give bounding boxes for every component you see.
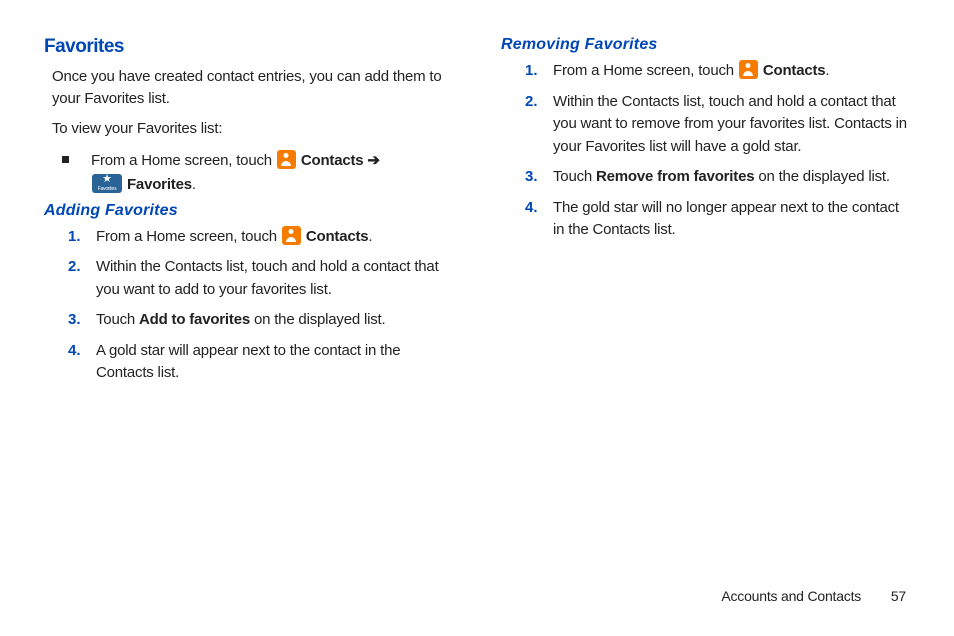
step-suffix: on the displayed list. <box>754 168 889 185</box>
right-column: Removing Favorites 1. From a Home screen… <box>501 36 910 393</box>
bullet-period: . <box>192 176 196 193</box>
adding-steps-list: 1. From a Home screen, touch Contacts. 2… <box>68 226 453 385</box>
left-column: Favorites Once you have created contact … <box>44 36 453 393</box>
step-text: The gold star will no longer appear next… <box>553 197 910 242</box>
list-item: 4. A gold star will appear next to the c… <box>68 340 453 385</box>
step-text: Within the Contacts list, touch and hold… <box>553 91 910 159</box>
step-prefix: From a Home screen, touch <box>553 62 738 79</box>
step-bold: Add to favorites <box>139 311 250 328</box>
page-number: 57 <box>891 588 906 604</box>
step-bold: Contacts <box>763 62 826 79</box>
intro-text-1: Once you have created contact entries, y… <box>52 66 453 110</box>
contacts-app-icon <box>282 226 301 245</box>
step-number: 3. <box>525 166 553 189</box>
step-number: 2. <box>525 91 553 159</box>
step-text: A gold star will appear next to the cont… <box>96 340 453 385</box>
bullet-prefix: From a Home screen, touch <box>91 152 276 169</box>
bullet-text: From a Home screen, touch Contacts ➔ Fav… <box>91 149 380 196</box>
step-number: 1. <box>525 60 553 83</box>
step-number: 4. <box>68 340 96 385</box>
view-favorites-bullet: From a Home screen, touch Contacts ➔ Fav… <box>62 149 453 196</box>
subheading-removing: Removing Favorites <box>501 36 910 54</box>
list-item: 2. Within the Contacts list, touch and h… <box>525 91 910 159</box>
step-number: 3. <box>68 309 96 332</box>
contacts-app-icon <box>739 60 758 79</box>
favorites-tab-icon <box>92 174 122 193</box>
arrow-icon: ➔ <box>363 152 379 169</box>
step-suffix: . <box>825 62 829 79</box>
step-bold: Contacts <box>306 228 369 245</box>
heading-favorites: Favorites <box>44 36 453 58</box>
list-item: 1. From a Home screen, touch Contacts. <box>525 60 910 83</box>
bullet-contacts-label: Contacts <box>301 152 364 169</box>
square-bullet-icon <box>62 156 69 163</box>
step-prefix: Touch <box>96 311 139 328</box>
list-item: 3. Touch Add to favorites on the display… <box>68 309 453 332</box>
step-bold: Remove from favorites <box>596 168 754 185</box>
removing-steps-list: 1. From a Home screen, touch Contacts. 2… <box>525 60 910 242</box>
step-number: 2. <box>68 256 96 301</box>
step-text: Touch Remove from favorites on the displ… <box>553 166 910 189</box>
intro-text-2: To view your Favorites list: <box>52 118 453 140</box>
page-footer: Accounts and Contacts 57 <box>721 588 906 604</box>
step-text: Touch Add to favorites on the displayed … <box>96 309 453 332</box>
step-suffix: on the displayed list. <box>250 311 385 328</box>
step-number: 4. <box>525 197 553 242</box>
contacts-app-icon <box>277 150 296 169</box>
step-text: From a Home screen, touch Contacts. <box>553 60 910 83</box>
section-name: Accounts and Contacts <box>721 588 861 604</box>
list-item: 4. The gold star will no longer appear n… <box>525 197 910 242</box>
step-suffix: . <box>368 228 372 245</box>
step-number: 1. <box>68 226 96 249</box>
subheading-adding: Adding Favorites <box>44 202 453 220</box>
step-prefix: From a Home screen, touch <box>96 228 281 245</box>
step-text: Within the Contacts list, touch and hold… <box>96 256 453 301</box>
step-text: From a Home screen, touch Contacts. <box>96 226 453 249</box>
list-item: 2. Within the Contacts list, touch and h… <box>68 256 453 301</box>
list-item: 3. Touch Remove from favorites on the di… <box>525 166 910 189</box>
list-item: 1. From a Home screen, touch Contacts. <box>68 226 453 249</box>
step-prefix: Touch <box>553 168 596 185</box>
bullet-favorites-label: Favorites <box>127 176 192 193</box>
